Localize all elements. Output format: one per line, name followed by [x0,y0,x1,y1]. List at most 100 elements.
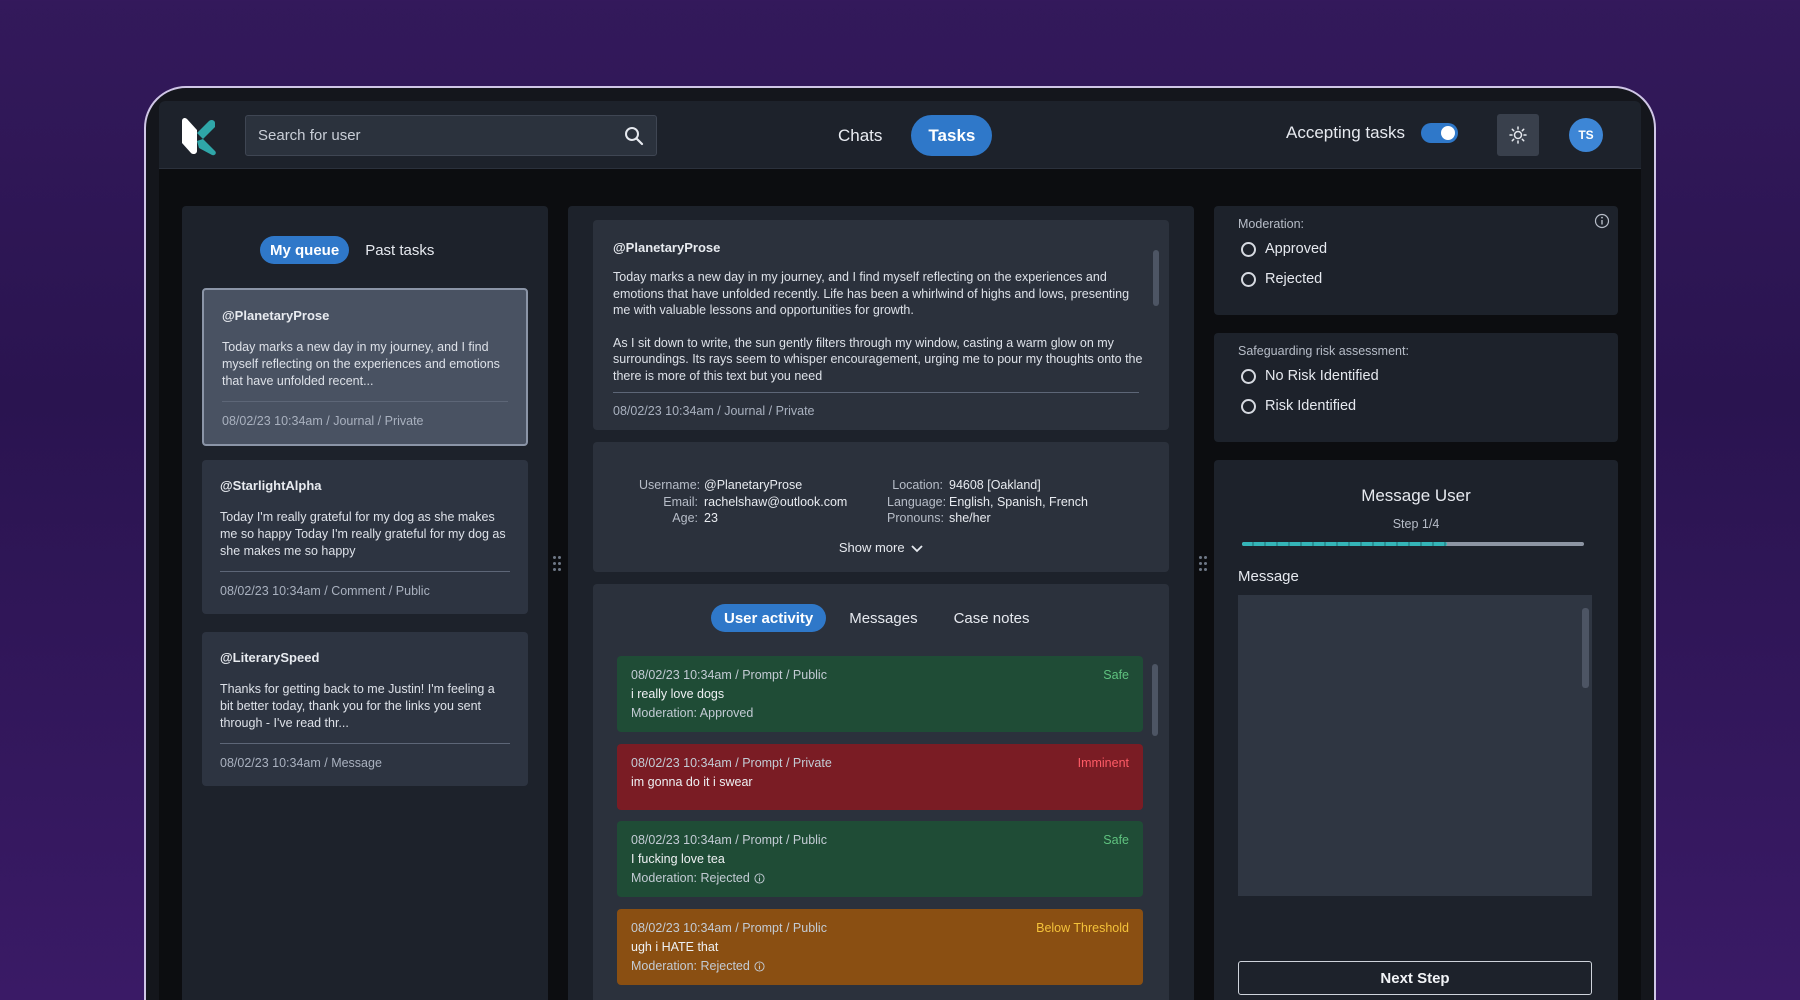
nav-chats[interactable]: Chats [821,115,899,156]
message-user-title: Message User [1361,486,1471,505]
moderation-label: Moderation: [1238,217,1305,231]
resize-handle-right[interactable] [1199,556,1207,572]
location-label: Location: [892,478,943,492]
message-user-card: Message User Step 1/4 Message Next Step [1214,460,1618,1000]
post-card: @PlanetaryProse Today marks a new day in… [593,220,1169,430]
radio-circle [1241,241,1256,257]
task-queue-panel: My queue Past tasks @PlanetaryProse Toda… [182,206,548,1000]
main-nav: Chats Tasks [821,115,993,156]
moderation-card: Moderation: Approved Rejected [1214,206,1618,315]
moderation-approved-radio[interactable]: Approved [1241,241,1327,257]
info-icon[interactable] [754,961,765,972]
info-icon[interactable] [754,873,765,884]
queue-tabs: My queue Past tasks [260,236,444,264]
tab-user-activity[interactable]: User activity [711,604,827,632]
info-icon[interactable] [1594,213,1610,229]
risk-status-badge: Safe [1103,668,1129,682]
activity-text: I fucking love tea [631,852,725,866]
activity-meta: 08/02/23 10:34am / Prompt / Public [631,668,827,682]
queue-item[interactable]: @StarlightAlpha Today I'm really gratefu… [202,460,528,614]
activity-meta: 08/02/23 10:34am / Prompt / Public [631,921,827,935]
language-value: English, Spanish, French [949,494,1088,509]
post-paragraph: As I sit down to write, the sun gently f… [613,335,1143,383]
safeguarding-label: Safeguarding risk assessment: [1238,344,1409,358]
no-risk-radio[interactable]: No Risk Identified [1241,368,1379,384]
post-scrollbar[interactable] [1153,250,1159,306]
queue-item-user: @PlanetaryProse [222,308,330,323]
divider [613,392,1139,393]
sun-icon [1509,126,1527,144]
moderation-rejected-radio[interactable]: Rejected [1241,271,1322,287]
activity-tabs: User activity Messages Case notes [711,604,1042,632]
show-more-label: Show more [838,540,905,555]
email-label: Email: [663,494,698,509]
post-body: Today marks a new day in my journey, and… [613,269,1143,384]
resize-handle-left[interactable] [553,556,561,572]
email-value: rachelshaw@outlook.com [704,494,848,509]
risk-status-badge: Imminent [1077,756,1129,770]
step-indicator: Step 1/4 [1392,517,1440,531]
app-logo-icon[interactable] [179,115,221,157]
activity-item[interactable]: 08/02/23 10:34am / Prompt / Public Safe i… [617,656,1143,732]
search-icon[interactable] [624,126,644,146]
accepting-tasks-toggle[interactable] [1421,123,1459,143]
username-value: @PlanetaryProse [704,478,803,492]
user-info-right: Location: 94608 [Oakland] Language: Englis… [887,477,1088,527]
age-value: 23 [704,511,718,525]
nav-tasks[interactable]: Tasks [911,115,993,156]
post-meta: 08/02/23 10:34am / Journal / Private [613,404,815,418]
message-scrollbar[interactable] [1582,608,1589,688]
queue-item-text: Today marks a new day in my journey, and… [222,340,500,388]
queue-item-meta: 08/02/23 10:34am / Comment / Public [220,584,430,598]
activity-item[interactable]: 08/02/23 10:34am / Prompt / Public Safe I… [617,821,1143,897]
app-screen: Chats Tasks Accepting tasks TS My queue [159,101,1641,1000]
step-progress-bar [1242,542,1584,546]
activity-text: im gonna do it i swear [631,775,753,789]
safeguarding-card: Safeguarding risk assessment: No Risk Id… [1214,333,1618,442]
step-progress-fill [1242,542,1448,546]
search-input[interactable] [258,127,624,144]
user-search-box[interactable] [245,115,657,156]
activity-item[interactable]: 08/02/23 10:34am / Prompt / Private Immin… [617,744,1143,810]
queue-item[interactable]: @PlanetaryProse Today marks a new day in… [202,288,528,446]
post-username: @PlanetaryProse [613,240,721,255]
next-step-button[interactable]: Next Step [1238,961,1592,995]
message-textarea[interactable] [1238,595,1592,896]
radio-label: Approved [1265,241,1328,257]
pronouns-value: she/her [949,511,991,525]
queue-item-meta: 08/02/23 10:34am / Journal / Private [222,414,424,428]
queue-item-user: @StarlightAlpha [220,478,322,493]
queue-item-text: Today I'm really grateful for my dog as … [220,510,506,558]
location-value: 94608 [Oakland] [949,478,1041,492]
radio-label: Risk Identified [1265,398,1357,414]
activity-item[interactable]: 08/02/23 10:34am / Prompt / Public Below … [617,909,1143,985]
user-info-left: Username: @PlanetaryProse Email: rachelsha… [639,477,847,527]
chevron-down-icon [911,544,923,552]
top-bar: Chats Tasks Accepting tasks TS [159,101,1641,169]
accepting-tasks-label: Accepting tasks [1286,123,1406,142]
show-more-button[interactable]: Show more [593,540,1169,555]
risk-identified-radio[interactable]: Risk Identified [1241,398,1356,414]
radio-circle [1241,271,1256,287]
theme-toggle-button[interactable] [1497,114,1539,156]
activity-moderation: Moderation: Approved [631,706,754,720]
tab-case-notes[interactable]: Case notes [941,604,1043,632]
radio-circle [1241,368,1256,384]
activity-meta: 08/02/23 10:34am / Prompt / Private [631,756,832,770]
activity-meta: 08/02/23 10:34am / Prompt / Public [631,833,827,847]
activity-text: i really love dogs [631,687,725,701]
age-label: Age: [672,511,698,525]
user-activity-card: User activity Messages Case notes 08/02/… [593,584,1169,1000]
activity-scrollbar[interactable] [1152,664,1158,736]
queue-item[interactable]: @LiterarySpeed Thanks for getting back t… [202,632,528,786]
tab-messages[interactable]: Messages [836,604,930,632]
tab-my-queue[interactable]: My queue [260,236,350,264]
activity-moderation: Moderation: Rejected [631,959,750,973]
radio-label: No Risk Identified [1265,368,1379,384]
accepting-tasks: Accepting tasks [1286,123,1459,143]
task-detail-panel: @PlanetaryProse Today marks a new day in… [568,206,1194,1000]
risk-status-badge: Below Threshold [1036,921,1129,935]
user-avatar[interactable]: TS [1569,118,1603,152]
activity-moderation: Moderation: Rejected [631,871,750,885]
tab-past-tasks[interactable]: Past tasks [355,236,444,264]
